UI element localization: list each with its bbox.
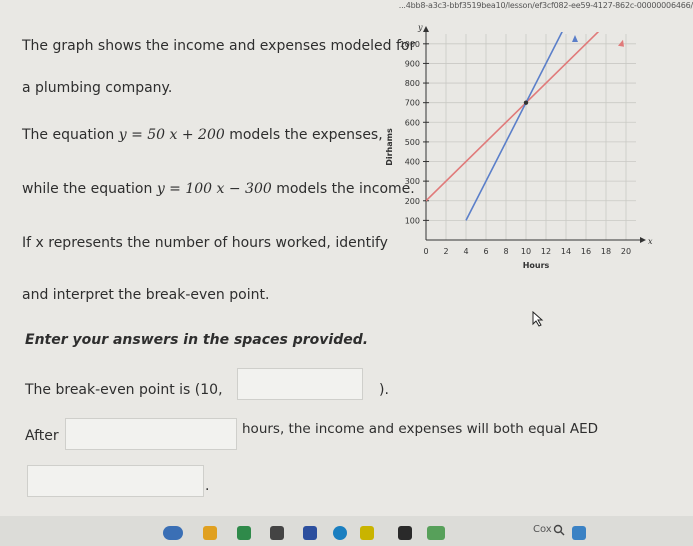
mouse-cursor-icon — [532, 311, 544, 327]
taskbar: Cox — [0, 516, 693, 546]
question-line-5: If x represents the number of hours work… — [22, 235, 388, 251]
x-tick-label: 18 — [601, 247, 611, 256]
y-tick-label: 400 — [405, 158, 420, 167]
x-tick-label: 8 — [503, 247, 508, 256]
app-icon-5[interactable] — [303, 526, 317, 540]
question-line-4: while the equation y = 100 x − 300 model… — [22, 181, 415, 197]
y-tick-label: 600 — [405, 118, 420, 127]
app-icon-1[interactable] — [163, 526, 183, 540]
y-tick-label: 1000 — [400, 40, 420, 49]
x-tick-label: 10 — [521, 247, 531, 256]
answer1-label: The break-even point is (10, — [25, 382, 223, 398]
search-icon[interactable] — [553, 524, 565, 536]
y-tick-label: 700 — [405, 99, 420, 108]
app-icon-6[interactable] — [333, 526, 347, 540]
x-tick-label: 6 — [483, 247, 488, 256]
app-icon-4[interactable] — [270, 526, 284, 540]
y-tick-label: 100 — [405, 216, 420, 225]
y-tick-label: 200 — [405, 197, 420, 206]
expense-equation: y = 50 x + 200 — [118, 127, 225, 143]
answer3-period: . — [205, 478, 210, 494]
x-axis-letter: x — [648, 237, 653, 246]
x-tick-label: 4 — [463, 247, 468, 256]
app-icon-3[interactable] — [237, 526, 251, 540]
expense-arrow — [618, 39, 624, 47]
app-icon-10[interactable] — [572, 526, 586, 540]
income-arrow — [572, 34, 578, 42]
app-icon-9[interactable] — [427, 526, 445, 540]
search-label: Cox — [533, 524, 552, 535]
y-axis-letter: y — [417, 24, 423, 32]
income-text-pre: while the equation — [22, 181, 157, 197]
x-axis-title: Hours — [523, 261, 550, 270]
breakeven-y-input[interactable] — [237, 368, 363, 400]
x-tick-label: 2 — [443, 247, 448, 256]
y-tick-label: 300 — [405, 177, 420, 186]
question-line-2: a plumbing company. — [22, 80, 173, 96]
expense-text-pre: The equation — [22, 127, 119, 143]
y-tick-label: 800 — [405, 79, 420, 88]
answer2-text: hours, the income and expenses will both… — [242, 421, 599, 437]
x-tick-label: 16 — [581, 247, 591, 256]
y-axis-arrow — [423, 26, 429, 32]
x-tick-label: 12 — [541, 247, 551, 256]
y-tick-label: 900 — [405, 59, 420, 68]
amount-input[interactable] — [27, 465, 204, 497]
hours-input[interactable] — [65, 418, 237, 450]
x-tick-label: 14 — [561, 247, 571, 256]
x-tick-label: 20 — [621, 247, 631, 256]
answer2-label: After — [25, 428, 59, 444]
x-axis-arrow — [640, 237, 646, 243]
break-even-graph: 0 2 4 6 8 10 12 14 16 18 20 100 200 300 400 500 600 700 80… — [385, 24, 653, 270]
app-icon-2[interactable] — [203, 526, 217, 540]
question-line-3: The equation y = 50 x + 200 models the e… — [22, 127, 383, 143]
y-tick-label: 500 — [405, 138, 420, 147]
instructions: Enter your answers in the spaces provide… — [25, 332, 369, 348]
answer1-close: ). — [379, 382, 389, 398]
series-line-1 — [426, 32, 600, 202]
url-bar: ...4bb8-a3c3-bbf3519bea10/lesson/ef3cf08… — [398, 1, 693, 10]
x-tick-label: 0 — [423, 247, 428, 256]
app-icon-8[interactable] — [398, 526, 412, 540]
question-line-1: The graph shows the income and expenses … — [22, 38, 416, 54]
break-even-point — [523, 100, 529, 105]
y-axis-title: Dirhams — [385, 128, 394, 166]
question-line-6: and interpret the break-even point. — [22, 287, 270, 303]
income-equation: y = 100 x − 300 — [156, 181, 272, 197]
expense-text-post: models the expenses, — [224, 127, 383, 143]
app-icon-7[interactable] — [360, 526, 374, 540]
